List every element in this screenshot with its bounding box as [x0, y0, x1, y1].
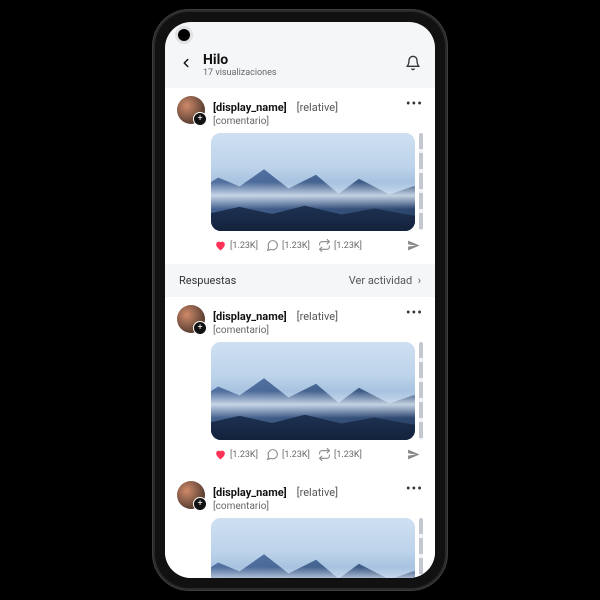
phone-frame: Hilo 17 visualizaciones + [display_name]…	[155, 12, 445, 588]
repost-count: [1.23K]	[334, 450, 362, 460]
post-time: [relative]	[297, 486, 338, 499]
post-media[interactable]	[211, 342, 415, 440]
post-menu-button[interactable]: •••	[402, 481, 423, 497]
post-comment: [comentario]	[213, 325, 402, 336]
heart-icon	[214, 239, 227, 252]
repost-icon	[318, 448, 331, 461]
page-title: Hilo	[203, 52, 405, 68]
post-time: [relative]	[297, 101, 338, 114]
post-media[interactable]	[211, 133, 415, 231]
front-camera	[178, 29, 190, 41]
share-button[interactable]	[404, 237, 423, 254]
post-menu-button[interactable]: •••	[402, 96, 423, 112]
avatar[interactable]: +	[177, 305, 205, 333]
screen: Hilo 17 visualizaciones + [display_name]…	[165, 22, 435, 578]
post-actions: [1.23K] [1.23K] [1.23K]	[211, 444, 423, 467]
like-button[interactable]: [1.23K]	[211, 237, 261, 254]
original-post: + [display_name] [relative] [comentario]…	[165, 88, 435, 264]
like-count: [1.23K]	[230, 450, 258, 460]
share-button[interactable]	[404, 446, 423, 463]
back-button[interactable]	[179, 56, 193, 74]
comment-icon	[266, 448, 279, 461]
author-name[interactable]: [display_name]	[213, 310, 287, 323]
post-media[interactable]	[211, 518, 415, 578]
post-time: [relative]	[297, 310, 338, 323]
repost-icon	[318, 239, 331, 252]
author-name[interactable]: [display_name]	[213, 486, 287, 499]
heart-icon	[214, 448, 227, 461]
send-icon	[407, 448, 420, 461]
like-count: [1.23K]	[230, 241, 258, 251]
avatar[interactable]: +	[177, 481, 205, 509]
like-button[interactable]: [1.23K]	[211, 446, 261, 463]
repost-button[interactable]: [1.23K]	[315, 446, 365, 463]
post-actions: [1.23K] [1.23K] [1.23K]	[211, 235, 423, 258]
reply-button[interactable]: [1.23K]	[263, 446, 313, 463]
follow-badge-icon[interactable]: +	[193, 112, 207, 126]
reply-count: [1.23K]	[282, 450, 310, 460]
send-icon	[407, 239, 420, 252]
reply-post: + [display_name] [relative] [comentario]…	[165, 473, 435, 578]
media-pager[interactable]	[419, 133, 423, 231]
post-comment: [comentario]	[213, 116, 402, 127]
avatar[interactable]: +	[177, 96, 205, 124]
post-comment: [comentario]	[213, 501, 402, 512]
media-pager[interactable]	[419, 518, 423, 578]
header: Hilo 17 visualizaciones	[165, 46, 435, 88]
reply-post: + [display_name] [relative] [comentario]…	[165, 297, 435, 473]
notifications-button[interactable]	[405, 55, 421, 75]
follow-badge-icon[interactable]: +	[193, 321, 207, 335]
follow-badge-icon[interactable]: +	[193, 497, 207, 511]
author-name[interactable]: [display_name]	[213, 101, 287, 114]
replies-bar: Respuestas Ver actividad ›	[165, 264, 435, 297]
page-subtitle: 17 visualizaciones	[203, 68, 405, 78]
replies-label: Respuestas	[179, 274, 236, 287]
reply-count: [1.23K]	[282, 241, 310, 251]
app-content: Hilo 17 visualizaciones + [display_name]…	[165, 22, 435, 578]
comment-icon	[266, 239, 279, 252]
repost-count: [1.23K]	[334, 241, 362, 251]
reply-button[interactable]: [1.23K]	[263, 237, 313, 254]
post-menu-button[interactable]: •••	[402, 305, 423, 321]
view-activity-button[interactable]: Ver actividad ›	[349, 274, 421, 287]
media-pager[interactable]	[419, 342, 423, 440]
repost-button[interactable]: [1.23K]	[315, 237, 365, 254]
